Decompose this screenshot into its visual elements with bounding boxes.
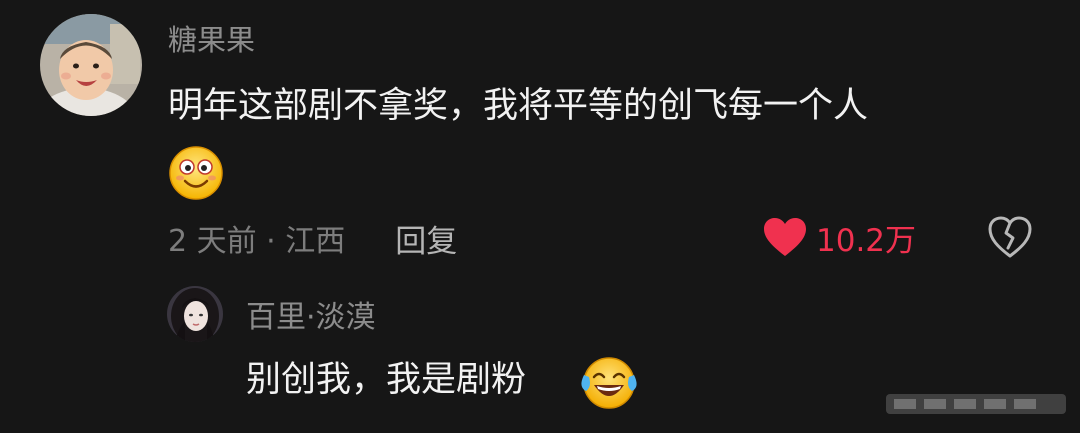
watermark — [886, 390, 1066, 418]
reply-button[interactable]: 回复 — [395, 216, 457, 261]
avatar[interactable] — [40, 14, 142, 116]
like-count: 10.2万 — [816, 222, 917, 259]
comment-username[interactable]: 糖果果 — [168, 20, 255, 60]
heart-icon — [764, 218, 806, 256]
smiling-face-emoji — [168, 145, 224, 201]
baby-avatar-image — [40, 14, 142, 116]
broken-heart-icon — [988, 216, 1032, 258]
comment-text: 明年这部剧不拿奖，我将平等的创飞每一个人 — [168, 86, 869, 126]
tears-of-joy-emoji — [580, 355, 638, 411]
comment-time-location: 2 天前 · 江西 — [168, 224, 346, 259]
girl-avatar-image — [167, 286, 223, 342]
dislike-button[interactable] — [986, 214, 1034, 260]
reply-text: 别创我，我是剧粉 — [246, 360, 527, 400]
reply-avatar[interactable] — [167, 286, 223, 342]
comment-meta-row: 2 天前 · 江西 回复 — [168, 216, 457, 260]
comment-screen: 糖果果 明年这部剧不拿奖，我将平等的创飞每一个人 2 天前 · 江西 回复 10… — [0, 0, 1080, 433]
reply-username[interactable]: 百里·淡漠 — [246, 297, 376, 339]
like-button[interactable]: 10.2万 — [762, 214, 916, 260]
